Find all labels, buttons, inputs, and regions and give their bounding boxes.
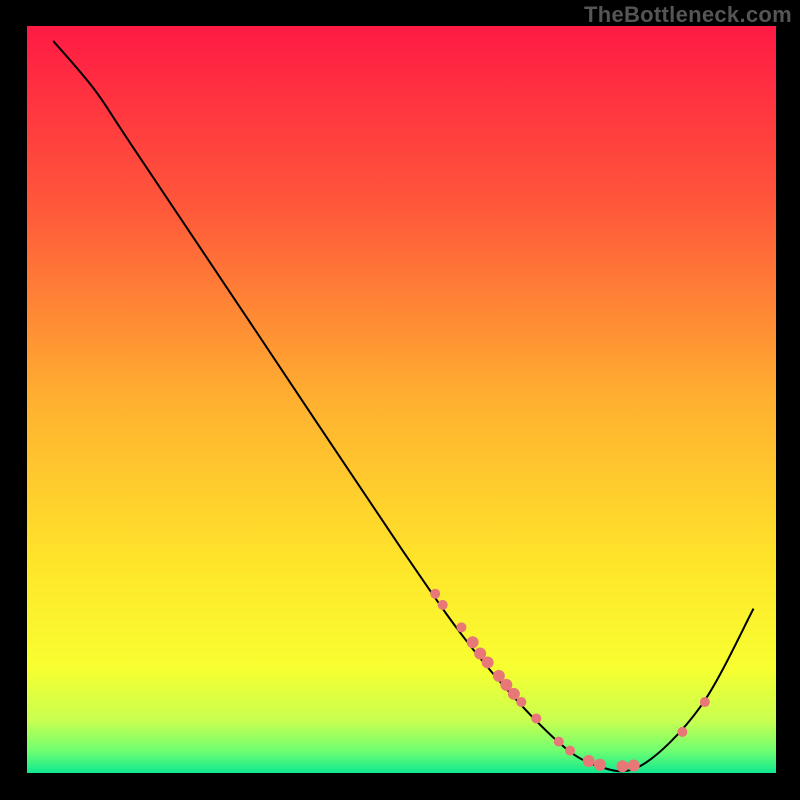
data-point [456, 622, 466, 632]
data-point [438, 600, 448, 610]
data-point [565, 746, 575, 756]
data-point [482, 656, 494, 668]
data-point [554, 737, 564, 747]
plot-background [27, 26, 776, 773]
data-point [628, 760, 640, 772]
data-point [616, 760, 628, 772]
chart-container: TheBottleneck.com [0, 0, 800, 800]
watermark-label: TheBottleneck.com [584, 2, 792, 28]
data-point [677, 727, 687, 737]
data-point [594, 759, 606, 771]
data-point [430, 589, 440, 599]
data-point [700, 697, 710, 707]
bottleneck-chart [0, 0, 800, 800]
data-point [516, 697, 526, 707]
data-point [531, 713, 541, 723]
data-point [583, 755, 595, 767]
data-point [508, 688, 520, 700]
data-point [467, 636, 479, 648]
